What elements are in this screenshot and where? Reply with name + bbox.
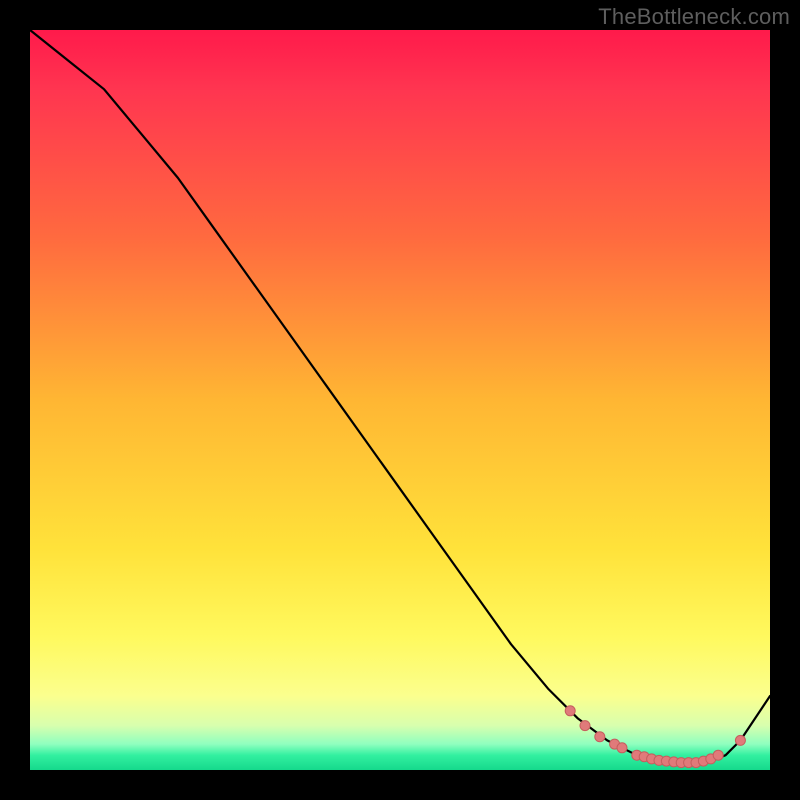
watermark-text: TheBottleneck.com (598, 4, 790, 30)
curve-markers (565, 706, 745, 768)
data-marker (595, 732, 605, 742)
data-marker (617, 743, 627, 753)
data-marker (565, 706, 575, 716)
data-marker (735, 735, 745, 745)
data-marker (713, 750, 723, 760)
bottleneck-curve (30, 30, 770, 763)
plot-area (30, 30, 770, 770)
chart-frame: TheBottleneck.com (0, 0, 800, 800)
curve-layer (30, 30, 770, 770)
data-marker (580, 721, 590, 731)
